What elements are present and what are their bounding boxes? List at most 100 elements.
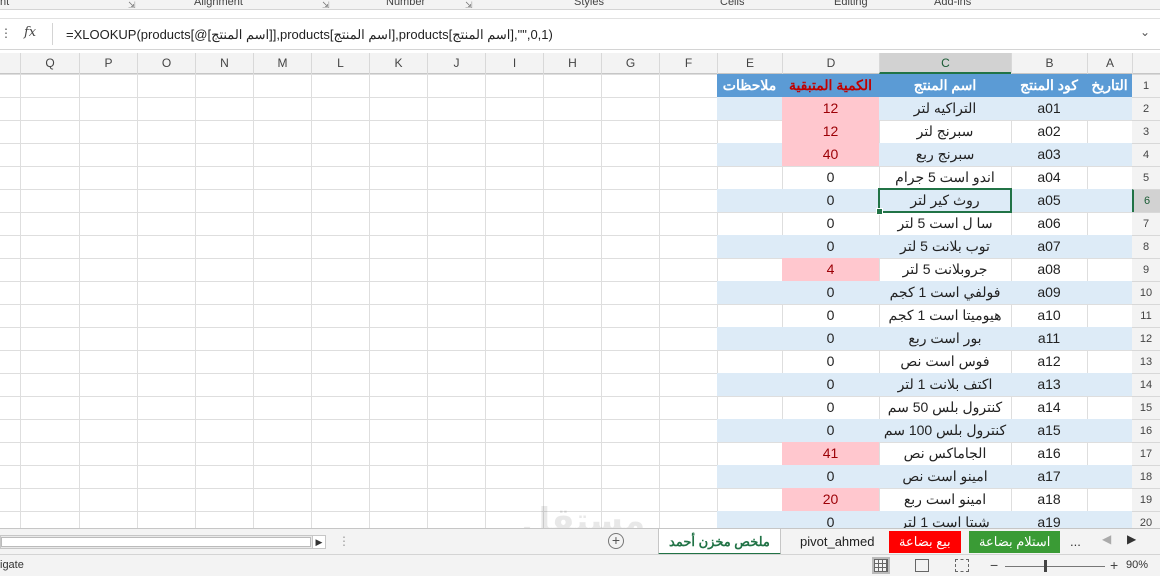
insert-function-icon[interactable]: fx	[24, 25, 36, 40]
product-code-cell[interactable]: a04	[1011, 166, 1087, 189]
remaining-qty-cell[interactable]: 40	[782, 143, 879, 166]
chevron-down-icon[interactable]: ⋮	[0, 26, 12, 40]
remaining-qty-cell[interactable]: 0	[782, 304, 879, 327]
date-cell[interactable]	[1087, 373, 1132, 396]
add-sheet-icon[interactable]: +	[608, 533, 624, 549]
zoom-out-icon[interactable]: −	[990, 557, 998, 573]
date-cell[interactable]	[1087, 396, 1132, 419]
row-header[interactable]: 9	[1132, 258, 1160, 281]
product-name-cell[interactable]: كنترول بلس 100 سم	[879, 419, 1011, 442]
remaining-qty-cell[interactable]: 0	[782, 166, 879, 189]
remaining-qty-cell[interactable]: 4	[782, 258, 879, 281]
notes-cell[interactable]	[717, 511, 782, 528]
date-cell[interactable]	[1087, 465, 1132, 488]
notes-cell[interactable]	[717, 212, 782, 235]
product-name-cell[interactable]: امينو است نص	[879, 465, 1011, 488]
remaining-qty-cell[interactable]: 0	[782, 189, 879, 212]
product-name-cell[interactable]: شيتا است 1 لتر	[879, 511, 1011, 528]
notes-cell[interactable]	[717, 120, 782, 143]
product-name-cell[interactable]: اندو است 5 جرام	[879, 166, 1011, 189]
product-code-cell[interactable]: a16	[1011, 442, 1087, 465]
row-header[interactable]: 12	[1132, 327, 1160, 350]
product-name-cell[interactable]: التراكيه لتر	[879, 97, 1011, 120]
header-product-name[interactable]: اسم المنتج	[879, 74, 1011, 97]
product-name-cell[interactable]: جروبلانت 5 لتر	[879, 258, 1011, 281]
column-header[interactable]: Q	[20, 53, 79, 74]
product-name-cell[interactable]: بور است ربع	[879, 327, 1011, 350]
scroll-right-icon[interactable]: ▶	[312, 536, 325, 548]
column-header[interactable]: J	[427, 53, 485, 74]
product-name-cell[interactable]: فوس است نص	[879, 350, 1011, 373]
notes-cell[interactable]	[717, 235, 782, 258]
product-code-cell[interactable]: a19	[1011, 511, 1087, 528]
worksheet-grid[interactable]: التاريخ كود المنتج اسم المنتج الكمية المتبق…	[0, 74, 1160, 528]
row-header[interactable]: 4	[1132, 143, 1160, 166]
remaining-qty-cell[interactable]: 0	[782, 419, 879, 442]
page-break-view-icon[interactable]	[955, 559, 969, 572]
date-cell[interactable]	[1087, 97, 1132, 120]
product-name-cell[interactable]: سبرنج لتر	[879, 120, 1011, 143]
product-name-cell[interactable]: هيوميتا است 1 كجم	[879, 304, 1011, 327]
notes-cell[interactable]	[717, 304, 782, 327]
tab-sell[interactable]: بيع بضاعة	[889, 531, 961, 553]
expand-formula-bar-icon[interactable]: ⌄	[1140, 25, 1150, 39]
product-name-cell[interactable]: كنترول بلس 50 سم	[879, 396, 1011, 419]
tab-scroll-left-icon[interactable]: ◀	[1102, 532, 1111, 546]
product-code-cell[interactable]: a12	[1011, 350, 1087, 373]
product-code-cell[interactable]: a06	[1011, 212, 1087, 235]
column-header[interactable]: K	[369, 53, 427, 74]
remaining-qty-cell[interactable]: 0	[782, 327, 879, 350]
dialog-launcher-icon[interactable]: ⇲	[465, 0, 473, 9]
product-name-cell[interactable]: الجاماكس نص	[879, 442, 1011, 465]
tab-receive[interactable]: استلام بضاعة	[969, 531, 1061, 553]
date-cell[interactable]	[1087, 281, 1132, 304]
remaining-qty-cell[interactable]: 0	[782, 235, 879, 258]
notes-cell[interactable]	[717, 189, 782, 212]
formula-input[interactable]: =XLOOKUP(products[@[اسم المنتج]],product…	[66, 27, 553, 43]
product-name-cell[interactable]: سا ل است 5 لتر	[879, 212, 1011, 235]
row-header[interactable]: 3	[1132, 120, 1160, 143]
remaining-qty-cell[interactable]: 0	[782, 511, 879, 528]
product-name-cell[interactable]: روث كير لتر	[879, 189, 1011, 212]
notes-cell[interactable]	[717, 143, 782, 166]
row-header[interactable]: 16	[1132, 419, 1160, 442]
row-header[interactable]: 1	[1132, 74, 1160, 97]
date-cell[interactable]	[1087, 350, 1132, 373]
product-code-cell[interactable]: a14	[1011, 396, 1087, 419]
date-cell[interactable]	[1087, 143, 1132, 166]
row-header[interactable]: 11	[1132, 304, 1160, 327]
column-header[interactable]: C	[879, 53, 1011, 74]
column-header[interactable]: D	[782, 53, 879, 74]
header-date[interactable]: التاريخ	[1087, 74, 1132, 97]
row-header[interactable]: 13	[1132, 350, 1160, 373]
remaining-qty-cell[interactable]: 20	[782, 488, 879, 511]
tab-summary[interactable]: ملخص مخزن أحمد	[658, 529, 781, 555]
notes-cell[interactable]	[717, 281, 782, 304]
product-name-cell[interactable]: فولفي است 1 كجم	[879, 281, 1011, 304]
product-code-cell[interactable]: a13	[1011, 373, 1087, 396]
product-code-cell[interactable]: a11	[1011, 327, 1087, 350]
normal-view-icon[interactable]	[872, 557, 890, 574]
product-code-cell[interactable]: a09	[1011, 281, 1087, 304]
date-cell[interactable]	[1087, 419, 1132, 442]
product-code-cell[interactable]: a15	[1011, 419, 1087, 442]
dialog-launcher-icon[interactable]: ⇲	[128, 0, 136, 9]
select-all-corner[interactable]	[1132, 53, 1160, 74]
notes-cell[interactable]	[717, 166, 782, 189]
tab-more[interactable]: ...	[1060, 531, 1091, 553]
remaining-qty-cell[interactable]: 0	[782, 373, 879, 396]
scrollbar-thumb[interactable]	[1, 537, 311, 547]
date-cell[interactable]	[1087, 212, 1132, 235]
date-cell[interactable]	[1087, 304, 1132, 327]
notes-cell[interactable]	[717, 327, 782, 350]
row-header[interactable]: 19	[1132, 488, 1160, 511]
notes-cell[interactable]	[717, 442, 782, 465]
notes-cell[interactable]	[717, 465, 782, 488]
row-header[interactable]: 8	[1132, 235, 1160, 258]
notes-cell[interactable]	[717, 373, 782, 396]
row-header[interactable]: 17	[1132, 442, 1160, 465]
notes-cell[interactable]	[717, 396, 782, 419]
row-header[interactable]: 15	[1132, 396, 1160, 419]
header-product-code[interactable]: كود المنتج	[1011, 74, 1087, 97]
date-cell[interactable]	[1087, 327, 1132, 350]
